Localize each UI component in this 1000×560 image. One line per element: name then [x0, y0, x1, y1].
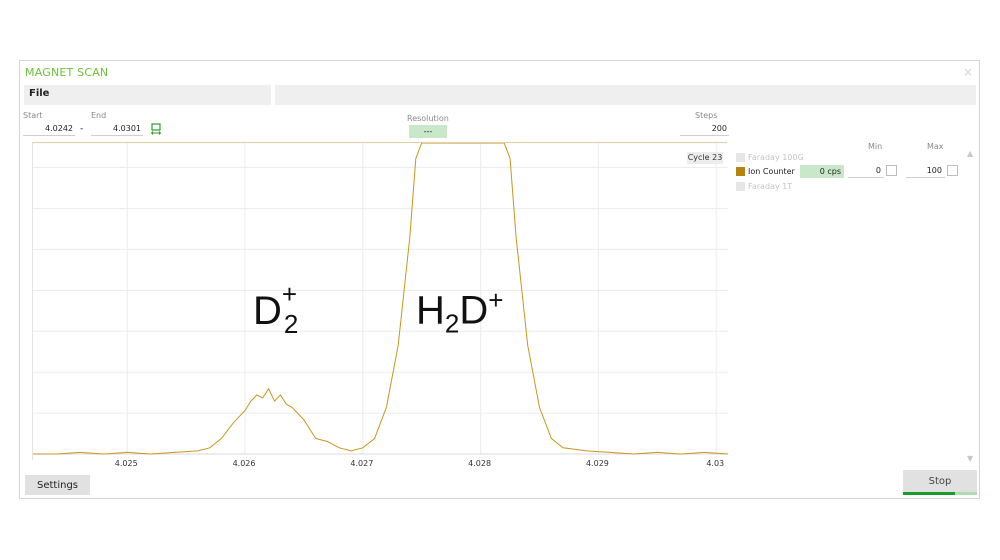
h2d-base1: H — [416, 288, 445, 333]
steps-input[interactable]: 200 — [680, 123, 729, 136]
x-tick-label: 4.026 — [232, 459, 256, 468]
ion-counter-min-input[interactable]: 0 — [848, 165, 884, 178]
toolbar-strip — [275, 85, 976, 105]
scroll-down-icon[interactable]: ▼ — [967, 454, 973, 463]
resolution-label: Resolution — [407, 114, 449, 123]
menu-bar: File — [24, 85, 271, 105]
file-menu[interactable]: File — [29, 88, 49, 99]
detector-name: Ion Counter — [748, 167, 795, 176]
detector-swatch — [736, 153, 745, 162]
h2d-sup: + — [488, 285, 504, 315]
end-input[interactable]: 4.0301 — [91, 123, 143, 136]
d2-base: D — [253, 289, 282, 333]
range-separator: - — [80, 124, 84, 134]
detector-swatch — [736, 182, 745, 191]
settings-button[interactable]: Settings — [25, 475, 90, 495]
h2d-base2: D — [459, 288, 489, 333]
magnet-scan-window: MAGNET SCAN × File Start End 4.0242 - 4.… — [19, 60, 980, 499]
window-title: MAGNET SCAN — [25, 66, 109, 79]
detector-name: Faraday 1T — [748, 182, 793, 191]
min-header: Min — [868, 142, 883, 151]
d2-sup: + — [281, 279, 298, 309]
x-tick-label: 4.025 — [114, 459, 138, 468]
end-label: End — [91, 111, 107, 120]
resolution-value: --- — [409, 125, 447, 138]
stop-button[interactable]: Stop — [903, 470, 977, 492]
h2d-plus-annotation: H2D+ — [416, 285, 503, 339]
max-header: Max — [927, 142, 944, 151]
swap-range-icon[interactable] — [150, 123, 162, 135]
scan-progress-fill — [903, 492, 955, 495]
steps-label: Steps — [695, 111, 718, 120]
ion-counter-max-input[interactable]: 100 — [906, 165, 945, 178]
ion-counter-trace — [33, 142, 729, 455]
d2-plus-annotation: D +2 — [253, 279, 300, 339]
detector-name: Faraday 100G — [748, 153, 804, 162]
ion-counter-cps: 0 cps — [800, 165, 844, 178]
close-icon[interactable]: × — [963, 65, 973, 79]
title-bar: MAGNET SCAN × — [20, 61, 979, 85]
h2d-sub: 2 — [444, 308, 460, 339]
scan-plot-svg — [33, 142, 729, 455]
cycle-badge: Cycle 23 — [687, 152, 723, 164]
scroll-up-icon[interactable]: ▲ — [967, 149, 973, 158]
start-label: Start — [23, 111, 43, 120]
scan-progress-bar — [903, 492, 977, 495]
d2-sub: 2 — [283, 309, 299, 339]
scan-plot — [32, 142, 729, 460]
ion-counter-min-checkbox[interactable] — [886, 165, 897, 176]
x-tick-label: 4.028 — [468, 459, 492, 468]
start-input[interactable]: 4.0242 — [23, 123, 75, 136]
x-tick-label: 4.029 — [585, 459, 609, 468]
x-tick-label: 4.03 — [706, 459, 725, 468]
x-tick-label: 4.027 — [350, 459, 374, 468]
ion-counter-max-checkbox[interactable] — [947, 165, 958, 176]
detector-swatch — [736, 167, 745, 176]
